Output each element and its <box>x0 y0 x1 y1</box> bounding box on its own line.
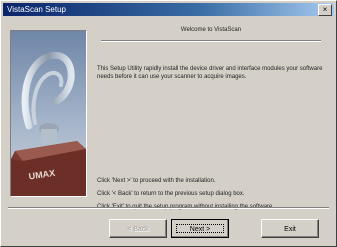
next-button[interactable]: Next > <box>171 219 229 238</box>
close-button[interactable]: × <box>318 4 332 16</box>
window-title: VistaScan Setup <box>7 5 67 14</box>
setup-image: UMAX <box>10 30 87 197</box>
next-hint-text: Click 'Next >' to proceed with the insta… <box>97 178 216 184</box>
heading-rule <box>101 40 321 42</box>
focus-ring <box>176 224 224 233</box>
button-divider <box>8 207 329 209</box>
intro-text: This Setup Utility rapidly install the d… <box>97 66 323 80</box>
title-bar: VistaScan Setup × <box>3 3 334 16</box>
welcome-heading: Welcome to VistaScan <box>180 27 242 33</box>
back-button[interactable]: < Back <box>109 219 167 238</box>
setup-window: VistaScan Setup × UMAX Welcome to VistaS… <box>0 0 337 247</box>
sculpture-image-icon: UMAX <box>11 31 86 196</box>
welcome-content: Welcome to VistaScan This Setup Utility … <box>93 23 329 213</box>
close-icon: × <box>322 5 328 14</box>
exit-button[interactable]: Exit <box>261 219 319 238</box>
back-hint-text: Click '< Back' to return to the previous… <box>97 191 245 197</box>
